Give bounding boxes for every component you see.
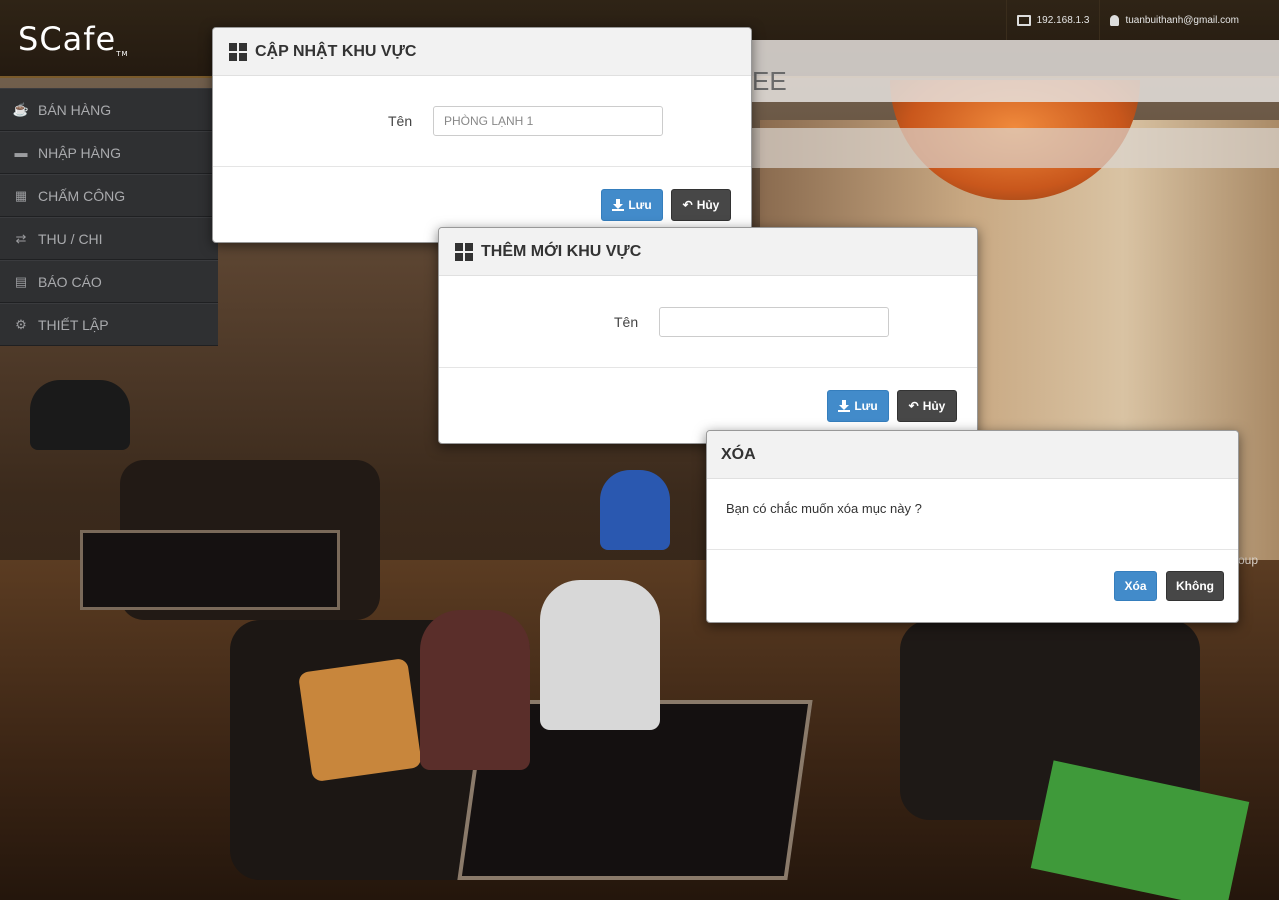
- monitor-icon: [1016, 14, 1031, 26]
- cancel-delete-button[interactable]: Không: [1166, 571, 1224, 601]
- truck-icon: ▬: [14, 144, 28, 160]
- delete-confirm-modal: XÓA Bạn có chắc muốn xóa mục này ? Xóa K…: [706, 430, 1239, 623]
- print-icon: ▤: [14, 273, 28, 289]
- name-input[interactable]: [659, 307, 889, 337]
- bg-person: [30, 380, 130, 450]
- cancel-button[interactable]: ↶ Hủy: [671, 189, 731, 221]
- modal-body: Bạn có chắc muốn xóa mục này ?: [707, 479, 1238, 550]
- download-icon: [612, 199, 625, 211]
- bg-pillow: [297, 657, 423, 783]
- sidebar-item-nhap-hang[interactable]: ▬ NHẬP HÀNG: [0, 131, 218, 174]
- cancel-button-label: Hủy: [696, 198, 720, 212]
- modal-footer: Xóa Không: [707, 550, 1238, 622]
- cancel-delete-label: Không: [1176, 579, 1214, 593]
- logo-mark: S: [18, 20, 40, 58]
- add-area-modal: THÊM MỚI KHU VỰC Tên Lưu ↶ Hủy: [438, 227, 978, 444]
- save-button[interactable]: Lưu: [601, 189, 663, 221]
- modal-body: Tên: [439, 276, 977, 368]
- bg-person: [600, 470, 670, 550]
- modal-body: Tên: [213, 76, 751, 167]
- cancel-button-label: Hủy: [922, 399, 946, 413]
- page-title-fragment: EE: [752, 66, 787, 96]
- save-button[interactable]: Lưu: [827, 390, 889, 422]
- grid-icon: [229, 42, 247, 61]
- sidebar-item-ban-hang[interactable]: ☕ BÁN HÀNG: [0, 88, 218, 131]
- modal-title: XÓA: [721, 445, 756, 463]
- sidebar: ☕ BÁN HÀNG ▬ NHẬP HÀNG ▦ CHẤM CÔNG ⇄ THU…: [0, 88, 218, 346]
- sidebar-item-label: BÁN HÀNG: [38, 101, 112, 118]
- gears-icon: ⚙: [15, 316, 27, 332]
- bg-person: [420, 610, 530, 770]
- sidebar-item-label: CHẤM CÔNG: [38, 187, 126, 204]
- user-icon: [1110, 14, 1120, 26]
- page-title-bar: [745, 40, 1279, 102]
- update-area-modal: CẬP NHẬT KHU VỰC Tên Lưu ↶ Hủy: [212, 27, 752, 243]
- grid-icon: [455, 242, 473, 261]
- sidebar-item-thu-chi[interactable]: ⇄ THU / CHI: [0, 217, 218, 260]
- name-label: Tên: [614, 314, 639, 330]
- download-icon: [838, 400, 851, 412]
- modal-title: THÊM MỚI KHU VỰC: [481, 242, 642, 260]
- sidebar-item-label: BÁO CÁO: [38, 273, 102, 290]
- confirm-message: Bạn có chắc muốn xóa mục này ?: [726, 501, 922, 516]
- name-input[interactable]: [433, 106, 663, 136]
- sidebar-item-label: NHẬP HÀNG: [38, 144, 121, 161]
- background-text-fragment: oup: [1238, 553, 1259, 567]
- cancel-button[interactable]: ↶ Hủy: [897, 390, 957, 422]
- exchange-icon: ⇄: [15, 230, 27, 246]
- sidebar-item-cham-cong[interactable]: ▦ CHẤM CÔNG: [0, 174, 218, 217]
- app-logo[interactable]: SCafeTM: [18, 20, 129, 58]
- confirm-delete-label: Xóa: [1124, 579, 1147, 593]
- page-subbar: [745, 128, 1279, 168]
- modal-title: CẬP NHẬT KHU VỰC: [255, 42, 417, 60]
- bg-table: [80, 530, 340, 610]
- bg-person: [540, 580, 660, 730]
- sidebar-item-label: THIẾT LẬP: [38, 316, 109, 333]
- logo-tm: TM: [116, 50, 129, 58]
- name-label: Tên: [388, 113, 413, 129]
- ip-address: 192.168.1.3: [1036, 14, 1090, 26]
- sidebar-item-label: THU / CHI: [38, 230, 103, 247]
- save-button-label: Lưu: [628, 198, 652, 212]
- sidebar-item-bao-cao[interactable]: ▤ BÁO CÁO: [0, 260, 218, 303]
- undo-icon: ↶: [682, 198, 693, 212]
- logo-text: Cafe: [39, 20, 117, 58]
- save-button-label: Lưu: [854, 399, 878, 413]
- undo-icon: ↶: [908, 399, 919, 413]
- sidebar-item-thiet-lap[interactable]: ⚙ THIẾT LẬP: [0, 303, 218, 346]
- confirm-delete-button[interactable]: Xóa: [1114, 571, 1157, 601]
- header-info: 192.168.1.3 tuanbuithanh@gmail.com: [1005, 0, 1249, 40]
- ip-indicator[interactable]: 192.168.1.3: [1005, 0, 1100, 40]
- modal-header: XÓA: [707, 431, 1238, 479]
- modal-header: THÊM MỚI KHU VỰC: [439, 228, 977, 276]
- user-indicator[interactable]: tuanbuithanh@gmail.com: [1099, 0, 1249, 40]
- coffee-icon: ☕: [12, 101, 30, 117]
- user-email: tuanbuithanh@gmail.com: [1125, 14, 1239, 26]
- modal-header: CẬP NHẬT KHU VỰC: [213, 28, 751, 76]
- calendar-icon: ▦: [14, 187, 28, 203]
